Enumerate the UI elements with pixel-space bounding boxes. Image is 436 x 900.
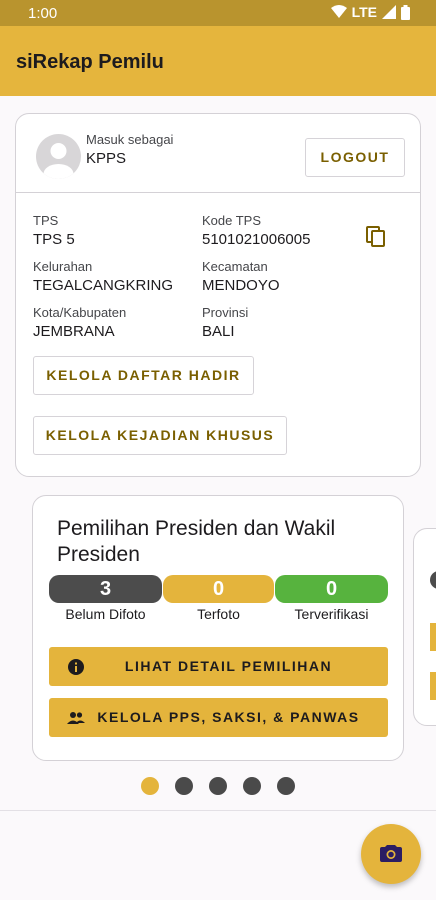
logout-button[interactable]: LOGOUT [305, 138, 405, 177]
status-bar: 1:00 LTE [0, 0, 436, 26]
app-title: siRekap Pemilu [16, 51, 164, 73]
next-election-card[interactable] [413, 528, 436, 726]
battery-icon [401, 4, 410, 20]
page-indicator [141, 777, 295, 795]
manage-attendance-button[interactable]: KELOLA DAFTAR HADIR [33, 356, 254, 395]
view-election-detail-label: LIHAT DETAIL PEMILIHAN [124, 658, 333, 674]
count-not-photographed: 3 [49, 575, 162, 603]
app-bar: siRekap Pemilu [0, 26, 436, 96]
provinsi-label: Provinsi [202, 305, 249, 320]
kode-tps-value: 5101021006005 [202, 231, 311, 248]
signal-icon [382, 5, 396, 19]
label-not-photographed: Belum Difoto [65, 606, 146, 622]
camera-fab-button[interactable] [361, 824, 421, 884]
election-card[interactable]: Pemilihan Presiden dan Wakil Presiden 3 … [32, 495, 404, 761]
network-label: LTE [351, 4, 377, 20]
divider [0, 810, 436, 811]
election-title: Pemilihan Presiden dan Wakil Presiden [57, 517, 336, 566]
provinsi-value: BALI [202, 323, 235, 340]
label-verified: Terverifikasi [294, 606, 369, 622]
page-dot[interactable] [243, 777, 261, 795]
label-photographed: Terfoto [197, 606, 240, 622]
manage-pps-button[interactable]: KELOLA PPS, SAKSI, & PANWAS [49, 698, 388, 737]
kode-tps-label: Kode TPS [202, 213, 262, 228]
manage-pps-label: KELOLA PPS, SAKSI, & PANWAS [97, 709, 360, 725]
kelurahan-value: TEGALCANGKRING [33, 277, 174, 294]
tps-value: TPS 5 [33, 231, 75, 248]
next-card-count-pill [430, 571, 436, 589]
kota-label: Kota/Kabupaten [33, 305, 127, 320]
manage-special-events-button[interactable]: KELOLA KEJADIAN KHUSUS [33, 416, 287, 455]
tps-info-card: Masuk sebagai KPPS LOGOUT TPS TPS 5 Kode… [15, 113, 421, 477]
copy-icon[interactable] [366, 226, 386, 248]
divider [16, 192, 420, 193]
kecamatan-label: Kecamatan [202, 259, 268, 274]
page-dot[interactable] [175, 777, 193, 795]
tps-label: TPS [33, 213, 59, 228]
camera-icon [380, 845, 402, 862]
kecamatan-value: MENDOYO [202, 277, 280, 294]
page-dot[interactable] [277, 777, 295, 795]
count-verified: 0 [275, 575, 388, 603]
view-election-detail-button[interactable]: LIHAT DETAIL PEMILIHAN [49, 647, 388, 686]
page-dot[interactable] [209, 777, 227, 795]
next-card-button [430, 623, 436, 651]
wifi-icon [330, 5, 347, 18]
kelurahan-label: Kelurahan [33, 259, 93, 274]
avatar-icon [36, 134, 81, 179]
count-photographed: 0 [163, 575, 274, 603]
next-card-button [430, 672, 436, 700]
kota-value: JEMBRANA [33, 323, 115, 340]
status-time: 1:00 [28, 5, 58, 22]
page-dot[interactable] [141, 777, 159, 795]
login-as-label: Masuk sebagai [86, 132, 174, 147]
user-role: KPPS [86, 150, 127, 167]
